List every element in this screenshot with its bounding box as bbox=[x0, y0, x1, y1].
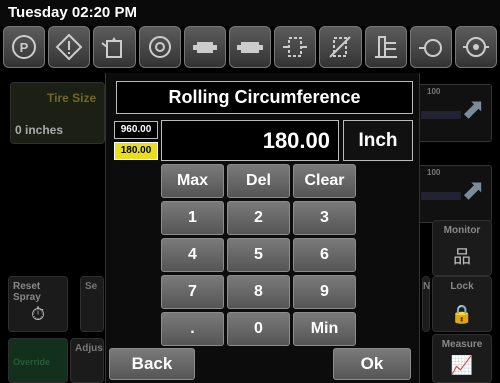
adjust-partial-label: Adjus bbox=[75, 343, 103, 354]
engine-icon[interactable] bbox=[183, 26, 226, 68]
override-label: Override bbox=[13, 357, 51, 367]
filter-icon[interactable] bbox=[274, 26, 317, 68]
digit-9-key[interactable]: 9 bbox=[293, 275, 356, 309]
rolling-circumference-dialog: Rolling Circumference 960.00 180.00 180.… bbox=[105, 73, 420, 383]
max-key[interactable]: Max bbox=[161, 164, 224, 198]
gauge-panel-bottom: 100 ⬈ bbox=[412, 165, 492, 223]
tire-size-label: Tire Size bbox=[47, 91, 97, 105]
digit-8-key[interactable]: 8 bbox=[227, 275, 290, 309]
svg-text:P: P bbox=[20, 40, 29, 55]
expand-arrow-icon[interactable]: ⬈ bbox=[462, 176, 485, 204]
digit-6-key[interactable]: 6 bbox=[293, 238, 356, 272]
fluid-level-icon[interactable] bbox=[93, 26, 136, 68]
back-button[interactable]: Back bbox=[109, 348, 195, 380]
lock-icon: 🔒 bbox=[450, 304, 474, 324]
oil-icon[interactable] bbox=[138, 26, 181, 68]
digit-0-key[interactable]: 0 bbox=[227, 312, 290, 346]
gauge-panel-top: 100 ⬈ bbox=[412, 84, 492, 142]
pressure-icon[interactable] bbox=[409, 26, 452, 68]
min-key[interactable]: Min bbox=[293, 312, 356, 346]
ok-button[interactable]: Ok bbox=[333, 348, 411, 380]
digit-7-key[interactable]: 7 bbox=[161, 275, 224, 309]
measure-label: Measure bbox=[441, 339, 483, 350]
reset-partial-label: Se bbox=[85, 281, 98, 292]
digit-1-key[interactable]: 1 bbox=[161, 201, 224, 235]
expand-arrow-icon[interactable]: ⬈ bbox=[462, 95, 485, 123]
fan-icon[interactable] bbox=[454, 26, 498, 68]
n-tile-partial: N bbox=[422, 276, 430, 332]
value-display[interactable]: 180.00 bbox=[161, 120, 339, 161]
digit-4-key[interactable]: 4 bbox=[161, 238, 224, 272]
unit-button[interactable]: Inch bbox=[343, 120, 413, 161]
timer-icon: ⏱ bbox=[30, 304, 46, 324]
delete-key[interactable]: Del bbox=[227, 164, 290, 198]
gauge-scale-label: 100 bbox=[427, 87, 441, 96]
monitor-tile[interactable]: Monitor 品 bbox=[432, 220, 492, 276]
engine-alt-icon[interactable] bbox=[228, 26, 272, 68]
digit-5-key[interactable]: 5 bbox=[227, 238, 290, 272]
keypad: Max Del Clear 1 2 3 4 5 6 7 8 9 . 0 Min bbox=[161, 164, 361, 346]
gauge-scale-label: 100 bbox=[427, 168, 441, 177]
reset-tile-partial[interactable]: Se bbox=[80, 276, 104, 332]
lock-label: Lock bbox=[450, 281, 474, 292]
digit-3-key[interactable]: 3 bbox=[293, 201, 356, 235]
filter-bypass-icon[interactable] bbox=[319, 26, 362, 68]
gauge-bar bbox=[421, 111, 461, 119]
measure-tile[interactable]: Measure 📈 bbox=[432, 334, 492, 383]
hydraulic-icon[interactable] bbox=[364, 26, 407, 68]
warning-icon[interactable] bbox=[48, 26, 91, 68]
max-limit: 960.00 bbox=[114, 121, 158, 139]
limits-box: 960.00 180.00 bbox=[114, 121, 158, 161]
decimal-point-key[interactable]: . bbox=[161, 312, 224, 346]
gauge-bar bbox=[421, 192, 461, 200]
dialog-title: Rolling Circumference bbox=[116, 81, 413, 114]
override-tile[interactable]: Override bbox=[8, 338, 68, 383]
clock: Tuesday 02:20 PM bbox=[8, 4, 137, 21]
tire-size-value: 0 inches bbox=[15, 123, 64, 137]
lock-tile[interactable]: Lock 🔒 bbox=[432, 276, 492, 332]
adjust-tile[interactable]: Adjus bbox=[70, 338, 104, 383]
min-limit: 180.00 bbox=[114, 142, 158, 160]
n-partial-label: N bbox=[423, 281, 431, 292]
monitor-label: Monitor bbox=[443, 225, 481, 236]
reset-spray-tile[interactable]: Reset Spray ⏱ bbox=[8, 276, 68, 332]
reset-spray-label: Reset Spray bbox=[13, 281, 41, 303]
network-icon: 品 bbox=[453, 247, 471, 267]
clear-key[interactable]: Clear bbox=[293, 164, 356, 198]
top-toolbar: P bbox=[3, 26, 498, 70]
parking-brake-icon[interactable]: P bbox=[3, 26, 46, 68]
digit-2-key[interactable]: 2 bbox=[227, 201, 290, 235]
status-bar: Tuesday 02:20 PM bbox=[0, 0, 500, 26]
chart-icon: 📈 bbox=[450, 355, 474, 375]
tire-size-tile[interactable]: Tire Size 0 inches bbox=[10, 82, 105, 144]
